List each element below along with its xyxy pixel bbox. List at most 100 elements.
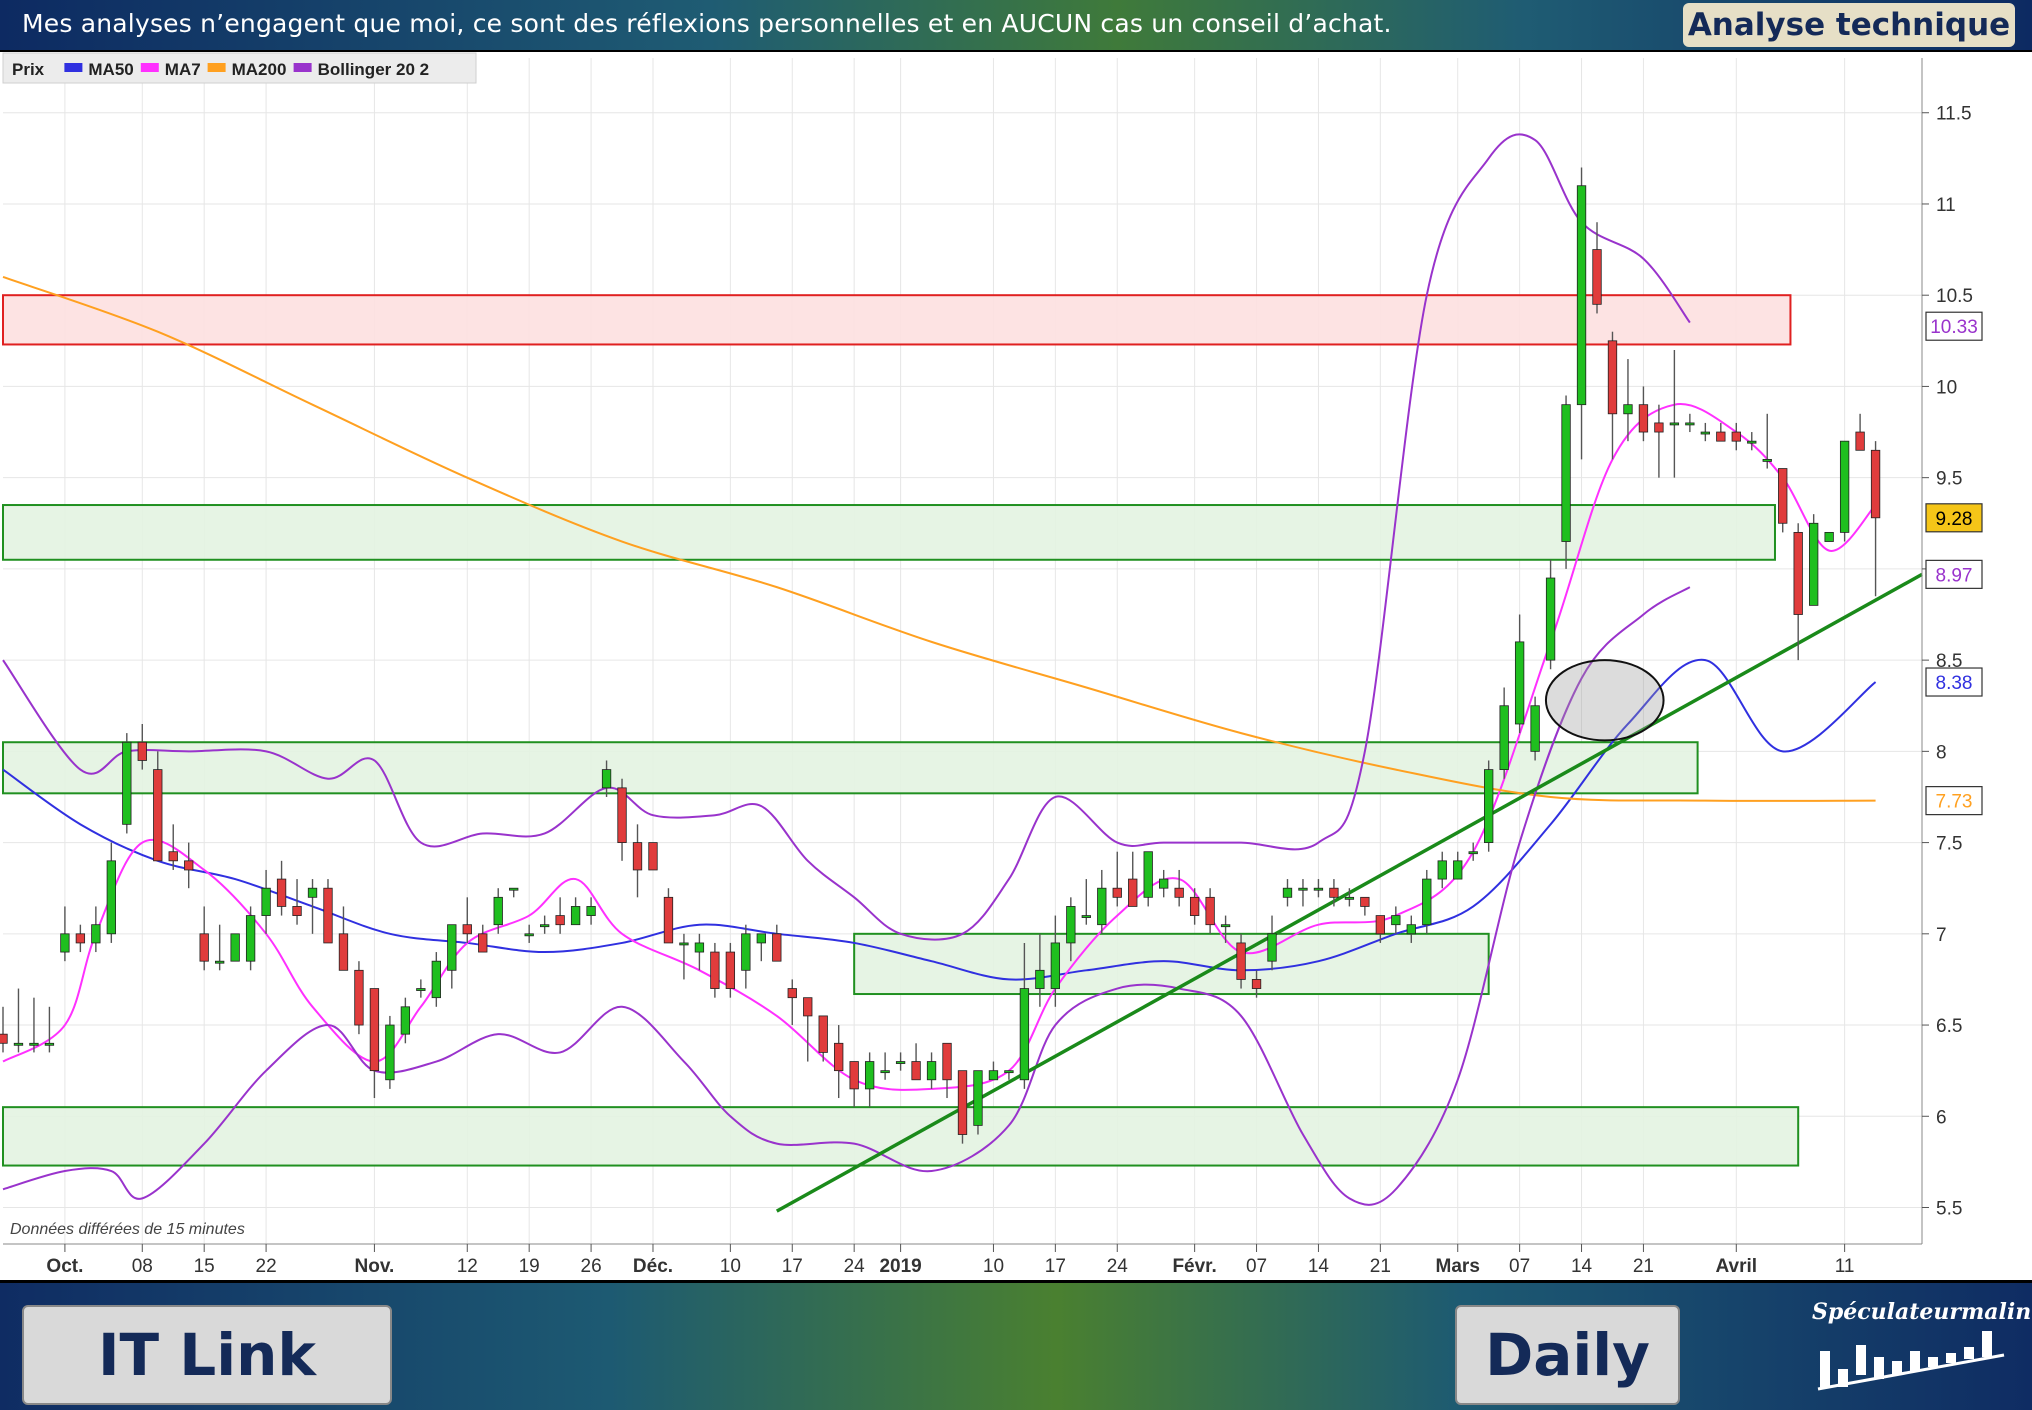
candle-body	[1793, 531, 1803, 615]
candle-body	[1731, 431, 1741, 442]
candle	[245, 906, 256, 971]
candle-body	[880, 1070, 890, 1074]
candle-body	[338, 933, 349, 971]
candle-body	[44, 1042, 55, 1046]
candle-body	[184, 860, 194, 871]
x-tick-label: Déc.	[633, 1256, 673, 1277]
candle-body	[1251, 979, 1262, 989]
candle	[957, 1070, 968, 1144]
price-tag: 7.73	[1925, 786, 1983, 816]
price-tag-label: 8.38	[1936, 673, 1973, 694]
candle-body	[261, 887, 271, 916]
candle-body	[725, 951, 736, 989]
candle-body	[864, 1061, 875, 1090]
candle-body	[1870, 449, 1881, 519]
candle-body	[1499, 705, 1509, 771]
candle-body	[1236, 942, 1246, 980]
candle-body	[1375, 915, 1386, 935]
legend-label: Bollinger 20 2	[318, 60, 429, 79]
candle-body	[710, 951, 720, 989]
price-chart[interactable]: 5.566.577.588.599.51010.51111.5Oct.08152…	[0, 52, 2032, 1280]
candle-body	[1576, 185, 1587, 406]
x-tick-label: 14	[1308, 1256, 1330, 1277]
candle-body	[1081, 915, 1091, 918]
candle-body	[1669, 422, 1680, 426]
candle-body	[1654, 422, 1664, 433]
price-tag: 8.38	[1925, 667, 1983, 697]
candle-body	[1809, 522, 1819, 606]
candle-body	[13, 1042, 24, 1046]
x-tick-label: Mars	[1436, 1256, 1480, 1277]
candle-body	[1855, 431, 1865, 451]
price-tag: 9.28	[1925, 503, 1983, 533]
candle-body	[787, 988, 797, 999]
candle-body	[1468, 851, 1478, 855]
brand-name: Spéculateurmalin	[1812, 1299, 2032, 1325]
candle-body	[973, 1070, 983, 1126]
candle-body	[1360, 896, 1370, 907]
candle-body	[570, 906, 581, 926]
x-tick-label: 14	[1571, 1256, 1593, 1277]
candle-body	[679, 942, 689, 946]
candle-body	[1453, 860, 1463, 880]
candle-body	[524, 933, 534, 937]
candle-body	[1592, 249, 1602, 305]
candle-body	[1019, 988, 1030, 1081]
x-tick-label: 10	[720, 1256, 741, 1277]
candle-body	[1561, 404, 1571, 542]
top-banner: Mes analyses n’engagent que moi, ce sont…	[0, 0, 2032, 52]
candle-body	[431, 960, 441, 999]
candle-body	[462, 924, 472, 935]
candle	[323, 879, 333, 944]
candle-body	[1406, 924, 1416, 935]
candle-body	[122, 741, 132, 825]
candle-body	[509, 887, 519, 891]
candle-body	[1638, 404, 1649, 433]
zone-green-3	[853, 932, 1490, 996]
x-tick-label: 22	[256, 1256, 277, 1277]
candle-body	[895, 1061, 906, 1064]
candle-body	[1313, 887, 1324, 891]
candle-body	[1514, 641, 1525, 725]
candle-body	[1329, 887, 1339, 898]
candle-body	[803, 997, 813, 1017]
candle	[648, 842, 658, 871]
chart-area[interactable]: 5.566.577.588.599.51010.51111.5Oct.08152…	[0, 52, 2032, 1280]
y-tick-label: 8	[1936, 742, 1947, 763]
y-tick-label: 10	[1936, 377, 1957, 398]
x-tick-label: 08	[132, 1256, 153, 1277]
candle-body	[1422, 878, 1432, 926]
candle-body	[1267, 933, 1277, 962]
candle-body	[1716, 431, 1726, 442]
candle-body	[60, 933, 70, 953]
legend-label: MA7	[165, 60, 201, 79]
candle-body	[199, 933, 209, 962]
y-tick-label: 6	[1936, 1107, 1947, 1128]
candle-body	[230, 933, 240, 962]
candle-body	[849, 1061, 859, 1090]
candle-body	[911, 1061, 921, 1081]
candle-body	[1097, 887, 1107, 926]
candle-body	[1220, 924, 1231, 928]
x-tick-label: 26	[581, 1256, 602, 1277]
x-tick-label: 17	[1045, 1256, 1066, 1277]
legend-label: MA200	[232, 60, 287, 79]
bottom-banner: IT Link Daily Spéculateurmalin	[0, 1280, 2032, 1410]
candle-body	[632, 842, 643, 871]
candle-body	[354, 969, 364, 1026]
candle-body	[617, 787, 627, 843]
candle-body	[323, 887, 333, 944]
candle-body	[276, 878, 287, 907]
x-tick-label: 24	[844, 1256, 866, 1277]
candle	[973, 1070, 983, 1135]
candle-body	[1484, 769, 1494, 843]
candle	[1484, 760, 1494, 852]
candle-body	[385, 1024, 395, 1081]
candle-body	[1747, 440, 1757, 444]
y-tick-label: 9.5	[1936, 469, 1962, 490]
x-tick-label: Oct.	[46, 1256, 83, 1277]
legend-label: MA50	[88, 60, 133, 79]
candle-body	[988, 1070, 999, 1081]
candle-body	[772, 933, 782, 962]
candle-body	[1839, 440, 1850, 533]
